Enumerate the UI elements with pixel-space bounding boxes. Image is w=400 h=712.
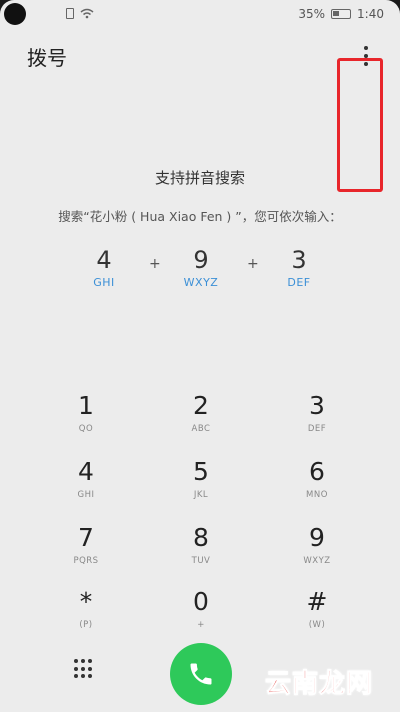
dialer-screen: 35% 1:40 拨号 支持拼音搜索 搜索“花小粉 ( Hua Xiao Fen… [0,0,400,712]
key-digit: # [306,587,328,616]
watermark-logo: 云南龙网 [264,669,374,700]
key-8[interactable]: 8 TUV [156,524,246,586]
key-letters: ABC [191,424,211,434]
key-3[interactable]: 3 DEF [272,392,362,454]
camera-hole [4,3,26,25]
key-digit: 7 [78,523,94,552]
key-letters: JKL [193,490,209,500]
key-letters: MNO [306,490,328,500]
key-digit: 4 [78,457,94,486]
key-letters: GHI [77,490,95,500]
pinyin-example: 4 GHI + 9 WXYZ + 3 DEF [0,246,400,306]
example-key: 4 GHI [74,246,134,289]
key-letters: DEF [307,424,327,434]
pinyin-search-title: 支持拼音搜索 [154,169,245,187]
example-key: 9 WXYZ [171,246,231,289]
phone-icon [190,663,212,685]
example-key-letters: GHI [93,276,115,289]
key-digit: 5 [193,457,209,486]
status-time: 1:40 [357,7,384,21]
key-letters: TUV [191,556,211,566]
example-plus: + [247,256,259,272]
key-digit: 8 [193,523,209,552]
pinyin-search-description: 搜索“花小粉 ( Hua Xiao Fen ) ”，您可依次输入： [58,209,342,224]
key-4[interactable]: 4 GHI [41,458,131,520]
call-button[interactable] [170,643,232,705]
key-5[interactable]: 5 JKL [156,458,246,520]
key-letters: QO [78,424,94,434]
key-letters: PQRS [73,556,99,566]
key-digit: 0 [193,587,209,616]
wifi-icon [80,8,94,19]
battery-icon [331,9,352,19]
battery-percent: 35% [298,7,326,21]
key-digit: 9 [309,523,325,552]
key-digit: * [79,587,93,616]
more-vert-icon-dot [364,46,368,50]
key-digit: 1 [78,391,94,420]
page-title: 拨号 [27,46,67,70]
example-key: 3 DEF [269,246,329,289]
sim-icon [66,8,74,19]
key-digit: 2 [193,391,209,420]
example-key-letters: WXYZ [183,276,219,289]
key-digit: 6 [309,457,325,486]
example-key-digit: 9 [193,246,209,274]
key-9[interactable]: 9 WXYZ [272,524,362,586]
key-7[interactable]: 7 PQRS [41,524,131,586]
example-key-letters: DEF [287,276,311,289]
key-digit: 3 [309,391,325,420]
key-1[interactable]: 1 QO [41,392,131,454]
example-key-digit: 4 [96,246,112,274]
status-bar: 35% 1:40 [0,0,400,30]
example-key-digit: 3 [291,246,307,274]
key-6[interactable]: 6 MNO [272,458,362,520]
app-bar: 拨号 [0,38,400,192]
key-letters: WXYZ [303,556,331,566]
key-2[interactable]: 2 ABC [156,392,246,454]
example-plus: + [149,256,161,272]
status-left [66,8,94,19]
dialpad-icon[interactable] [74,659,94,679]
status-right: 35% 1:40 [298,7,384,21]
